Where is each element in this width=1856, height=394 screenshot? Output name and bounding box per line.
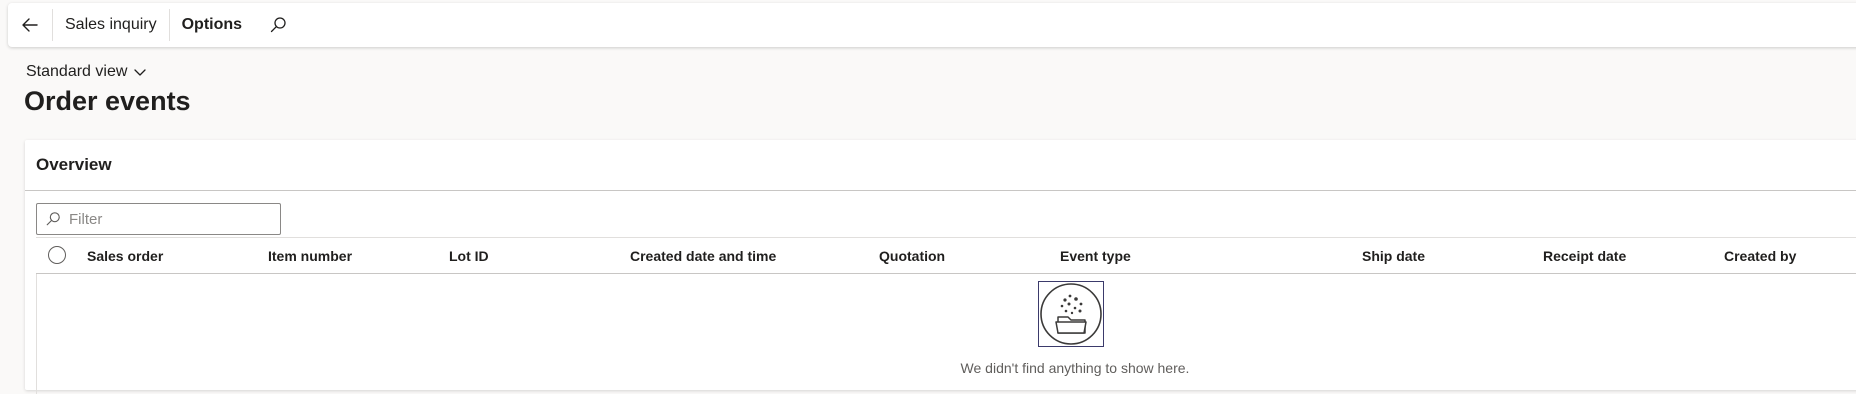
grid-header: Sales order Item number Lot ID Created d… (36, 237, 1856, 274)
action-pane: Sales inquiry Options (8, 3, 1856, 47)
select-all-checkbox[interactable] (48, 246, 66, 264)
sales-inquiry-tab[interactable]: Sales inquiry (53, 3, 169, 47)
overview-section: Overview Sales order Item number Lot ID … (25, 140, 1856, 394)
column-header-ship-date[interactable]: Ship date (1362, 238, 1425, 274)
view-selector[interactable]: Standard view (26, 63, 147, 81)
column-header-created-date-and-time[interactable]: Created date and time (630, 238, 776, 274)
column-header-created-by[interactable]: Created by (1724, 238, 1796, 274)
filter-search-icon (46, 212, 60, 226)
search-button[interactable] (258, 3, 298, 47)
column-header-quotation[interactable]: Quotation (879, 238, 945, 274)
empty-state-message: We didn't find anything to show here. (960, 360, 1190, 376)
back-arrow-icon (22, 18, 38, 32)
options-tab[interactable]: Options (170, 3, 254, 47)
column-header-receipt-date[interactable]: Receipt date (1543, 238, 1626, 274)
filter-field[interactable] (36, 203, 281, 235)
filter-input[interactable] (67, 209, 271, 229)
column-header-item-number[interactable]: Item number (268, 238, 352, 274)
search-icon (270, 17, 286, 33)
view-selector-label: Standard view (26, 63, 128, 80)
page-title: Order events (24, 86, 191, 116)
column-header-event-type[interactable]: Event type (1060, 238, 1131, 274)
empty-folder-icon (1038, 281, 1104, 347)
column-header-lot-id[interactable]: Lot ID (449, 238, 489, 274)
back-button[interactable] (8, 3, 52, 47)
chevron-down-icon (134, 69, 147, 76)
overview-header[interactable]: Overview (25, 140, 1856, 191)
grid-border (36, 274, 37, 394)
column-header-sales-order[interactable]: Sales order (87, 238, 163, 274)
